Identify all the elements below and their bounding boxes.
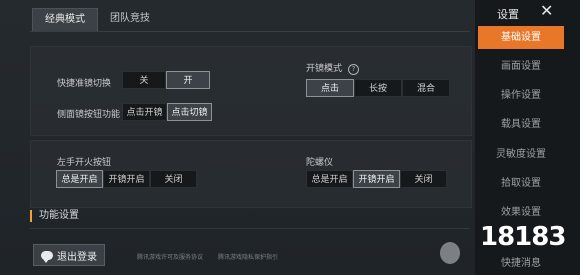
tab-team-deathmatch[interactable]: 团队竞技 (98, 8, 162, 30)
watermark-logo: 18183 (480, 222, 566, 252)
sidebar-item-basic[interactable]: 基础设置 (478, 26, 564, 49)
tab-classic[interactable]: 经典模式 (32, 8, 98, 32)
gyro-always[interactable]: 总是开启 (306, 170, 353, 188)
mode-tabs: 经典模式 团队竞技 (32, 8, 162, 32)
footer-divider (30, 228, 470, 229)
scope-mode-label: 开镜模式? (306, 61, 360, 75)
sidebar-item-pickup[interactable]: 拾取设置 (478, 172, 564, 195)
left-fire-selector: 总是开启 开镜开启 关闭 (56, 170, 197, 188)
sidebar-item-graphics[interactable]: 画面设置 (478, 55, 564, 78)
scope-mode-mixed[interactable]: 混合 (402, 79, 450, 97)
sidebar-item-effects[interactable]: 效果设置 (478, 201, 564, 224)
sidebar-item-controls[interactable]: 操作设置 (478, 84, 564, 107)
settings-main-panel: 经典模式 团队竞技 快捷准镜切换 关 开 开镜模式? 点击 长按 混合 侧面镜按… (0, 0, 475, 275)
mascot-icon (440, 242, 460, 264)
quick-scope-off[interactable]: 关 (122, 71, 166, 89)
side-scope-label: 侧面镜按钮功能 (57, 110, 121, 120)
scope-mode-selector: 点击 长按 混合 (306, 79, 450, 97)
left-fire-always[interactable]: 总是开启 (56, 170, 103, 188)
logout-label: 退出登录 (57, 251, 97, 263)
quick-scope-label: 快捷准镜切换 (57, 79, 112, 89)
logout-button[interactable]: 退出登录 (33, 244, 105, 266)
side-scope-switch[interactable]: 点击切镜 (167, 103, 212, 121)
quick-scope-toggle: 关 开 (122, 71, 210, 89)
license-link[interactable]: 腾讯游戏许可及服务协议 (137, 252, 203, 261)
privacy-link[interactable]: 腾讯游戏隐私保护指引 (218, 252, 278, 261)
gyro-scoped[interactable]: 开镜开启 (353, 170, 400, 188)
sidebar-title: 设置 (497, 8, 519, 21)
sidebar-item-sensitivity[interactable]: 灵敏度设置 (478, 143, 564, 166)
left-fire-off[interactable]: 关闭 (150, 170, 197, 188)
scope-mode-label-text: 开镜模式 (306, 64, 343, 74)
gyro-off[interactable]: 关闭 (400, 170, 447, 188)
gyro-label: 陀螺仪 (306, 158, 334, 168)
close-icon[interactable]: ✕ (540, 1, 553, 20)
scope-mode-tap[interactable]: 点击 (306, 79, 354, 97)
scope-mode-hold[interactable]: 长按 (354, 79, 402, 97)
function-settings-heading: 功能设置 (30, 210, 79, 222)
help-icon[interactable]: ? (348, 64, 360, 75)
side-scope-selector: 点击开镜 点击切镜 (122, 103, 212, 121)
tab-divider (30, 31, 470, 32)
wechat-icon (41, 250, 53, 263)
gyro-selector: 总是开启 开镜开启 关闭 (306, 170, 447, 188)
side-scope-open[interactable]: 点击开镜 (122, 103, 167, 121)
quick-scope-on[interactable]: 开 (166, 71, 210, 89)
sidebar-item-vehicle[interactable]: 载具设置 (478, 113, 564, 136)
left-fire-scoped[interactable]: 开镜开启 (103, 170, 150, 188)
sidebar-item-quick-messages[interactable]: 快捷消息 (478, 252, 564, 275)
left-fire-label: 左手开火按钮 (57, 158, 112, 168)
